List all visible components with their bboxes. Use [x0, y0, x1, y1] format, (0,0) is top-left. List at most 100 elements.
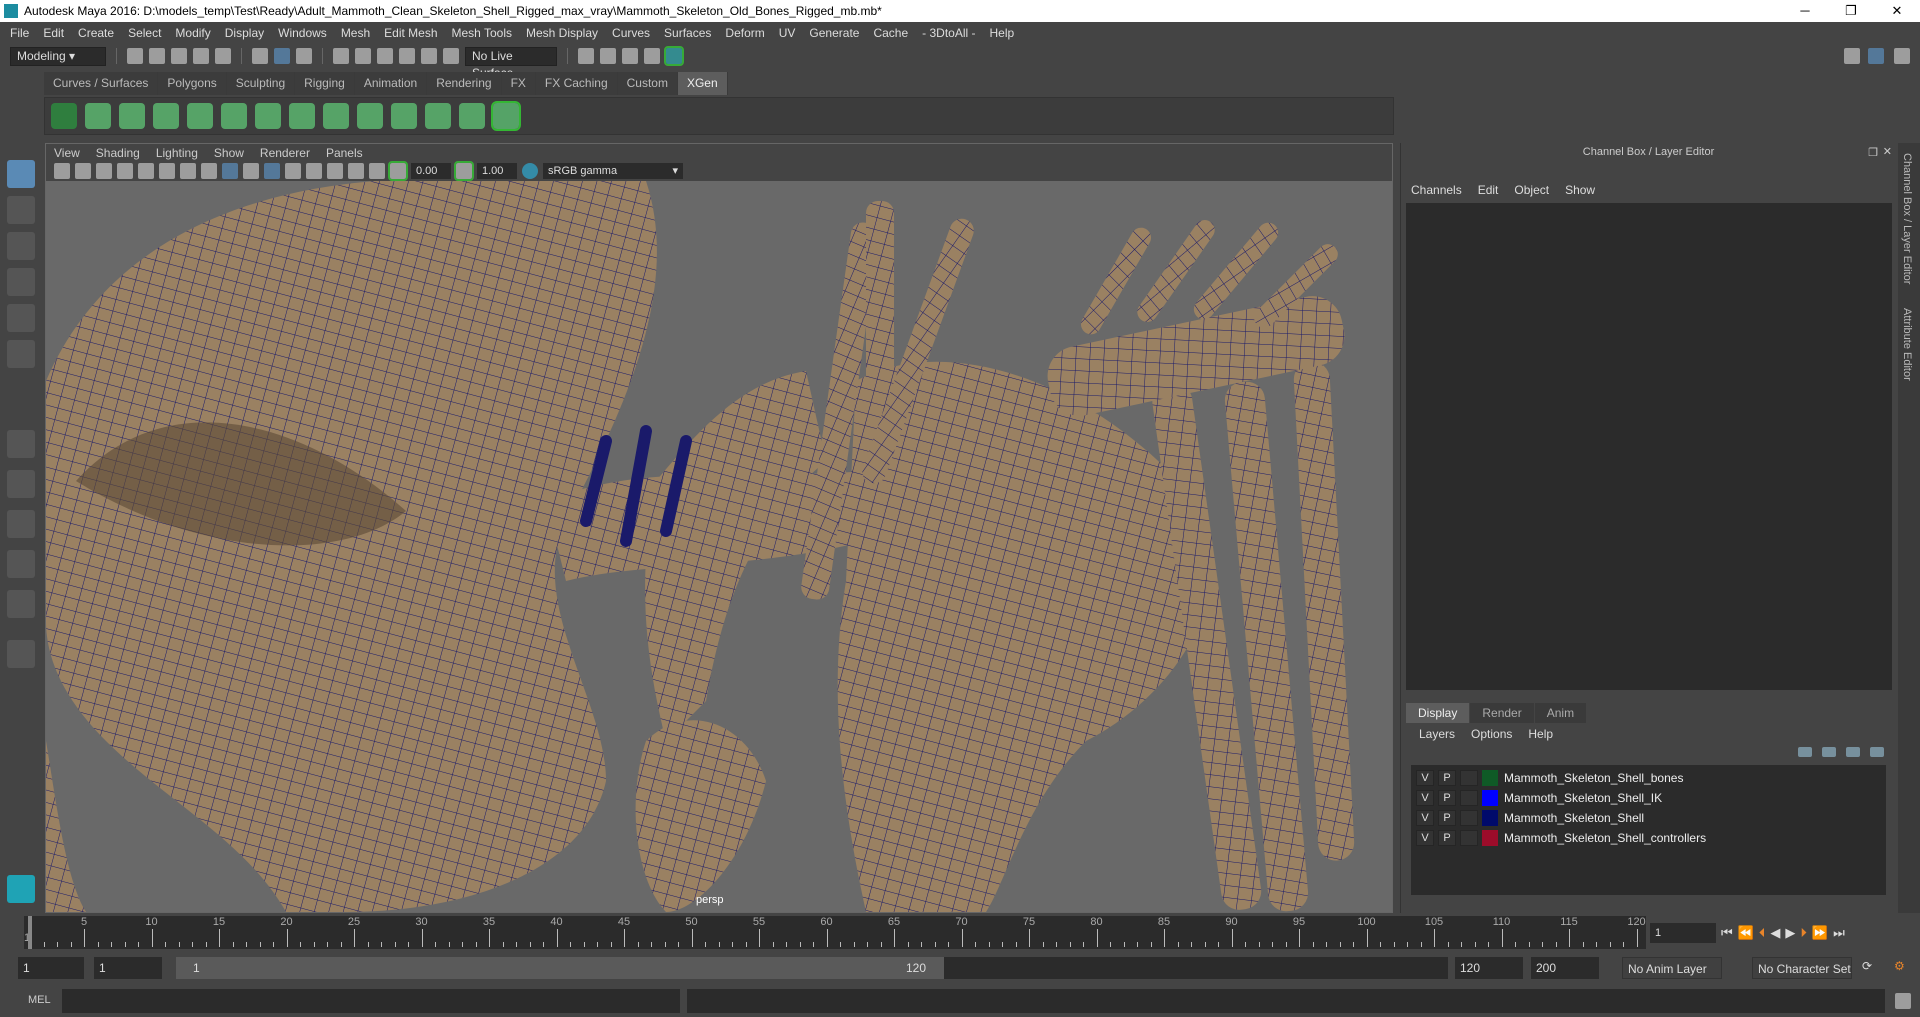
- snap-curve-icon[interactable]: [355, 48, 371, 64]
- menu-deform[interactable]: Deform: [725, 26, 764, 40]
- menu--3dtoall-[interactable]: - 3DtoAll -: [922, 26, 975, 40]
- create-description-icon[interactable]: [85, 103, 111, 129]
- snap-grid-icon[interactable]: [333, 48, 349, 64]
- tool-settings-icon[interactable]: [1894, 48, 1910, 64]
- step-forward-frame-icon[interactable]: ⏵: [1800, 925, 1807, 941]
- isolate-select-icon[interactable]: [369, 163, 385, 179]
- gamma-field[interactable]: 1.00: [477, 163, 517, 179]
- minimize-button[interactable]: ─: [1782, 0, 1828, 22]
- layer-row[interactable]: V P Mammoth_Skeleton_Shell: [1411, 808, 1886, 828]
- menu-file[interactable]: File: [10, 26, 29, 40]
- channel-menu-channels[interactable]: Channels: [1411, 183, 1462, 197]
- mel-input[interactable]: [62, 989, 680, 1013]
- tab-polygons[interactable]: Polygons: [158, 72, 227, 95]
- menu-display[interactable]: Display: [225, 26, 264, 40]
- menu-edit-mesh[interactable]: Edit Mesh: [384, 26, 437, 40]
- rotate-tool-icon[interactable]: [7, 304, 35, 332]
- display-type-toggle[interactable]: [1460, 770, 1478, 786]
- guide-visibility-icon[interactable]: [255, 103, 281, 129]
- tab-rendering[interactable]: Rendering: [427, 72, 502, 95]
- layer-menu-layers[interactable]: Layers: [1419, 727, 1455, 741]
- smooth-shade-icon[interactable]: [222, 163, 238, 179]
- tab-render[interactable]: Render: [1470, 703, 1534, 723]
- playback-toggle[interactable]: P: [1438, 830, 1456, 846]
- open-scene-icon[interactable]: [149, 48, 165, 64]
- wireframe-icon[interactable]: [201, 163, 217, 179]
- shadows-icon[interactable]: [327, 163, 343, 179]
- guides-bend-icon[interactable]: [459, 103, 485, 129]
- bookmark-icon[interactable]: [96, 163, 112, 179]
- play-backward-icon[interactable]: ◀: [1770, 925, 1780, 941]
- menu-generate[interactable]: Generate: [809, 26, 859, 40]
- step-back-key-icon[interactable]: ⏪: [1738, 925, 1754, 941]
- exposure-icon[interactable]: [388, 161, 408, 181]
- tab-animation[interactable]: Animation: [354, 72, 428, 95]
- four-view-icon[interactable]: [7, 470, 35, 498]
- tab-rigging[interactable]: Rigging: [295, 72, 355, 95]
- snap-view-icon[interactable]: [399, 48, 415, 64]
- visibility-toggle[interactable]: V: [1416, 790, 1434, 806]
- snap-point-icon[interactable]: [377, 48, 393, 64]
- resolution-gate-icon[interactable]: [180, 163, 196, 179]
- channel-menu-edit[interactable]: Edit: [1478, 183, 1499, 197]
- float-panel-icon[interactable]: ❐: [1868, 146, 1878, 159]
- textured-icon[interactable]: [243, 163, 259, 179]
- script-editor-icon[interactable]: [1895, 993, 1911, 1009]
- channel-box-toggle-icon[interactable]: [1868, 48, 1884, 64]
- guides-icon[interactable]: [323, 103, 349, 129]
- select-component-icon[interactable]: [296, 48, 312, 64]
- gamma-icon[interactable]: [454, 161, 474, 181]
- tab-sculpting[interactable]: Sculpting: [226, 72, 296, 95]
- menu-windows[interactable]: Windows: [278, 26, 327, 40]
- menu-select[interactable]: Select: [128, 26, 161, 40]
- snap-surface-icon[interactable]: [421, 48, 437, 64]
- layer-color-swatch[interactable]: [1482, 830, 1498, 846]
- color-management-icon[interactable]: [522, 163, 538, 179]
- playhead[interactable]: [28, 916, 32, 949]
- tab-xgen[interactable]: XGen: [677, 72, 728, 95]
- menu-mesh-display[interactable]: Mesh Display: [526, 26, 598, 40]
- menu-modify[interactable]: Modify: [175, 26, 210, 40]
- viewport-menu-lighting[interactable]: Lighting: [156, 146, 198, 160]
- new-layer-icon[interactable]: [1846, 747, 1860, 757]
- ambient-occlusion-icon[interactable]: [348, 163, 364, 179]
- viewport-menu-view[interactable]: View: [54, 146, 80, 160]
- character-set-select[interactable]: No Character Set: [1752, 957, 1852, 979]
- add-guides-icon[interactable]: [153, 103, 179, 129]
- snap-live-icon[interactable]: [443, 48, 459, 64]
- maximize-button[interactable]: ❐: [1828, 0, 1874, 22]
- grid-icon[interactable]: [138, 163, 154, 179]
- step-forward-key-icon[interactable]: ⏩: [1812, 925, 1828, 941]
- lasso-tool-icon[interactable]: [7, 196, 35, 224]
- viewport-panel[interactable]: View Shading Lighting Show Renderer Panels 0.…: [45, 143, 1393, 913]
- menu-create[interactable]: Create: [78, 26, 114, 40]
- redo-icon[interactable]: [215, 48, 231, 64]
- xray-icon[interactable]: [285, 163, 301, 179]
- ipr-render-icon[interactable]: [622, 48, 638, 64]
- move-tool-icon[interactable]: [7, 268, 35, 296]
- tab-attribute-editor[interactable]: Attribute Editor: [1901, 308, 1913, 381]
- camera-attributes-icon[interactable]: [75, 163, 91, 179]
- menu-surfaces[interactable]: Surfaces: [664, 26, 711, 40]
- mode-selector[interactable]: Modeling ▾: [10, 46, 106, 66]
- layer-menu-help[interactable]: Help: [1528, 727, 1553, 741]
- xgen-delete-icon[interactable]: [491, 101, 521, 131]
- xgen-editor-icon[interactable]: [51, 103, 77, 129]
- layer-row[interactable]: V P Mammoth_Skeleton_Shell_controllers: [1411, 828, 1886, 848]
- mel-label[interactable]: MEL: [28, 994, 51, 1006]
- close-button[interactable]: ✕: [1874, 0, 1920, 22]
- go-to-start-icon[interactable]: ⏮: [1721, 925, 1733, 941]
- play-forward-icon[interactable]: ▶: [1785, 925, 1795, 941]
- display-type-toggle[interactable]: [1460, 830, 1478, 846]
- tab-curves-surfaces[interactable]: Curves / Surfaces: [44, 72, 159, 95]
- tab-fx[interactable]: FX: [501, 72, 536, 95]
- hypershade-icon[interactable]: [664, 46, 684, 66]
- paint-select-tool-icon[interactable]: [7, 232, 35, 260]
- viewport-menu-renderer[interactable]: Renderer: [260, 146, 310, 160]
- select-object-icon[interactable]: [274, 48, 290, 64]
- go-to-end-icon[interactable]: ⏭: [1833, 925, 1845, 941]
- color-space-select[interactable]: sRGB gamma ▾: [543, 163, 683, 179]
- display-type-toggle[interactable]: [1460, 810, 1478, 826]
- modeling-toolkit-icon[interactable]: [1844, 48, 1860, 64]
- render-settings-icon[interactable]: [644, 48, 660, 64]
